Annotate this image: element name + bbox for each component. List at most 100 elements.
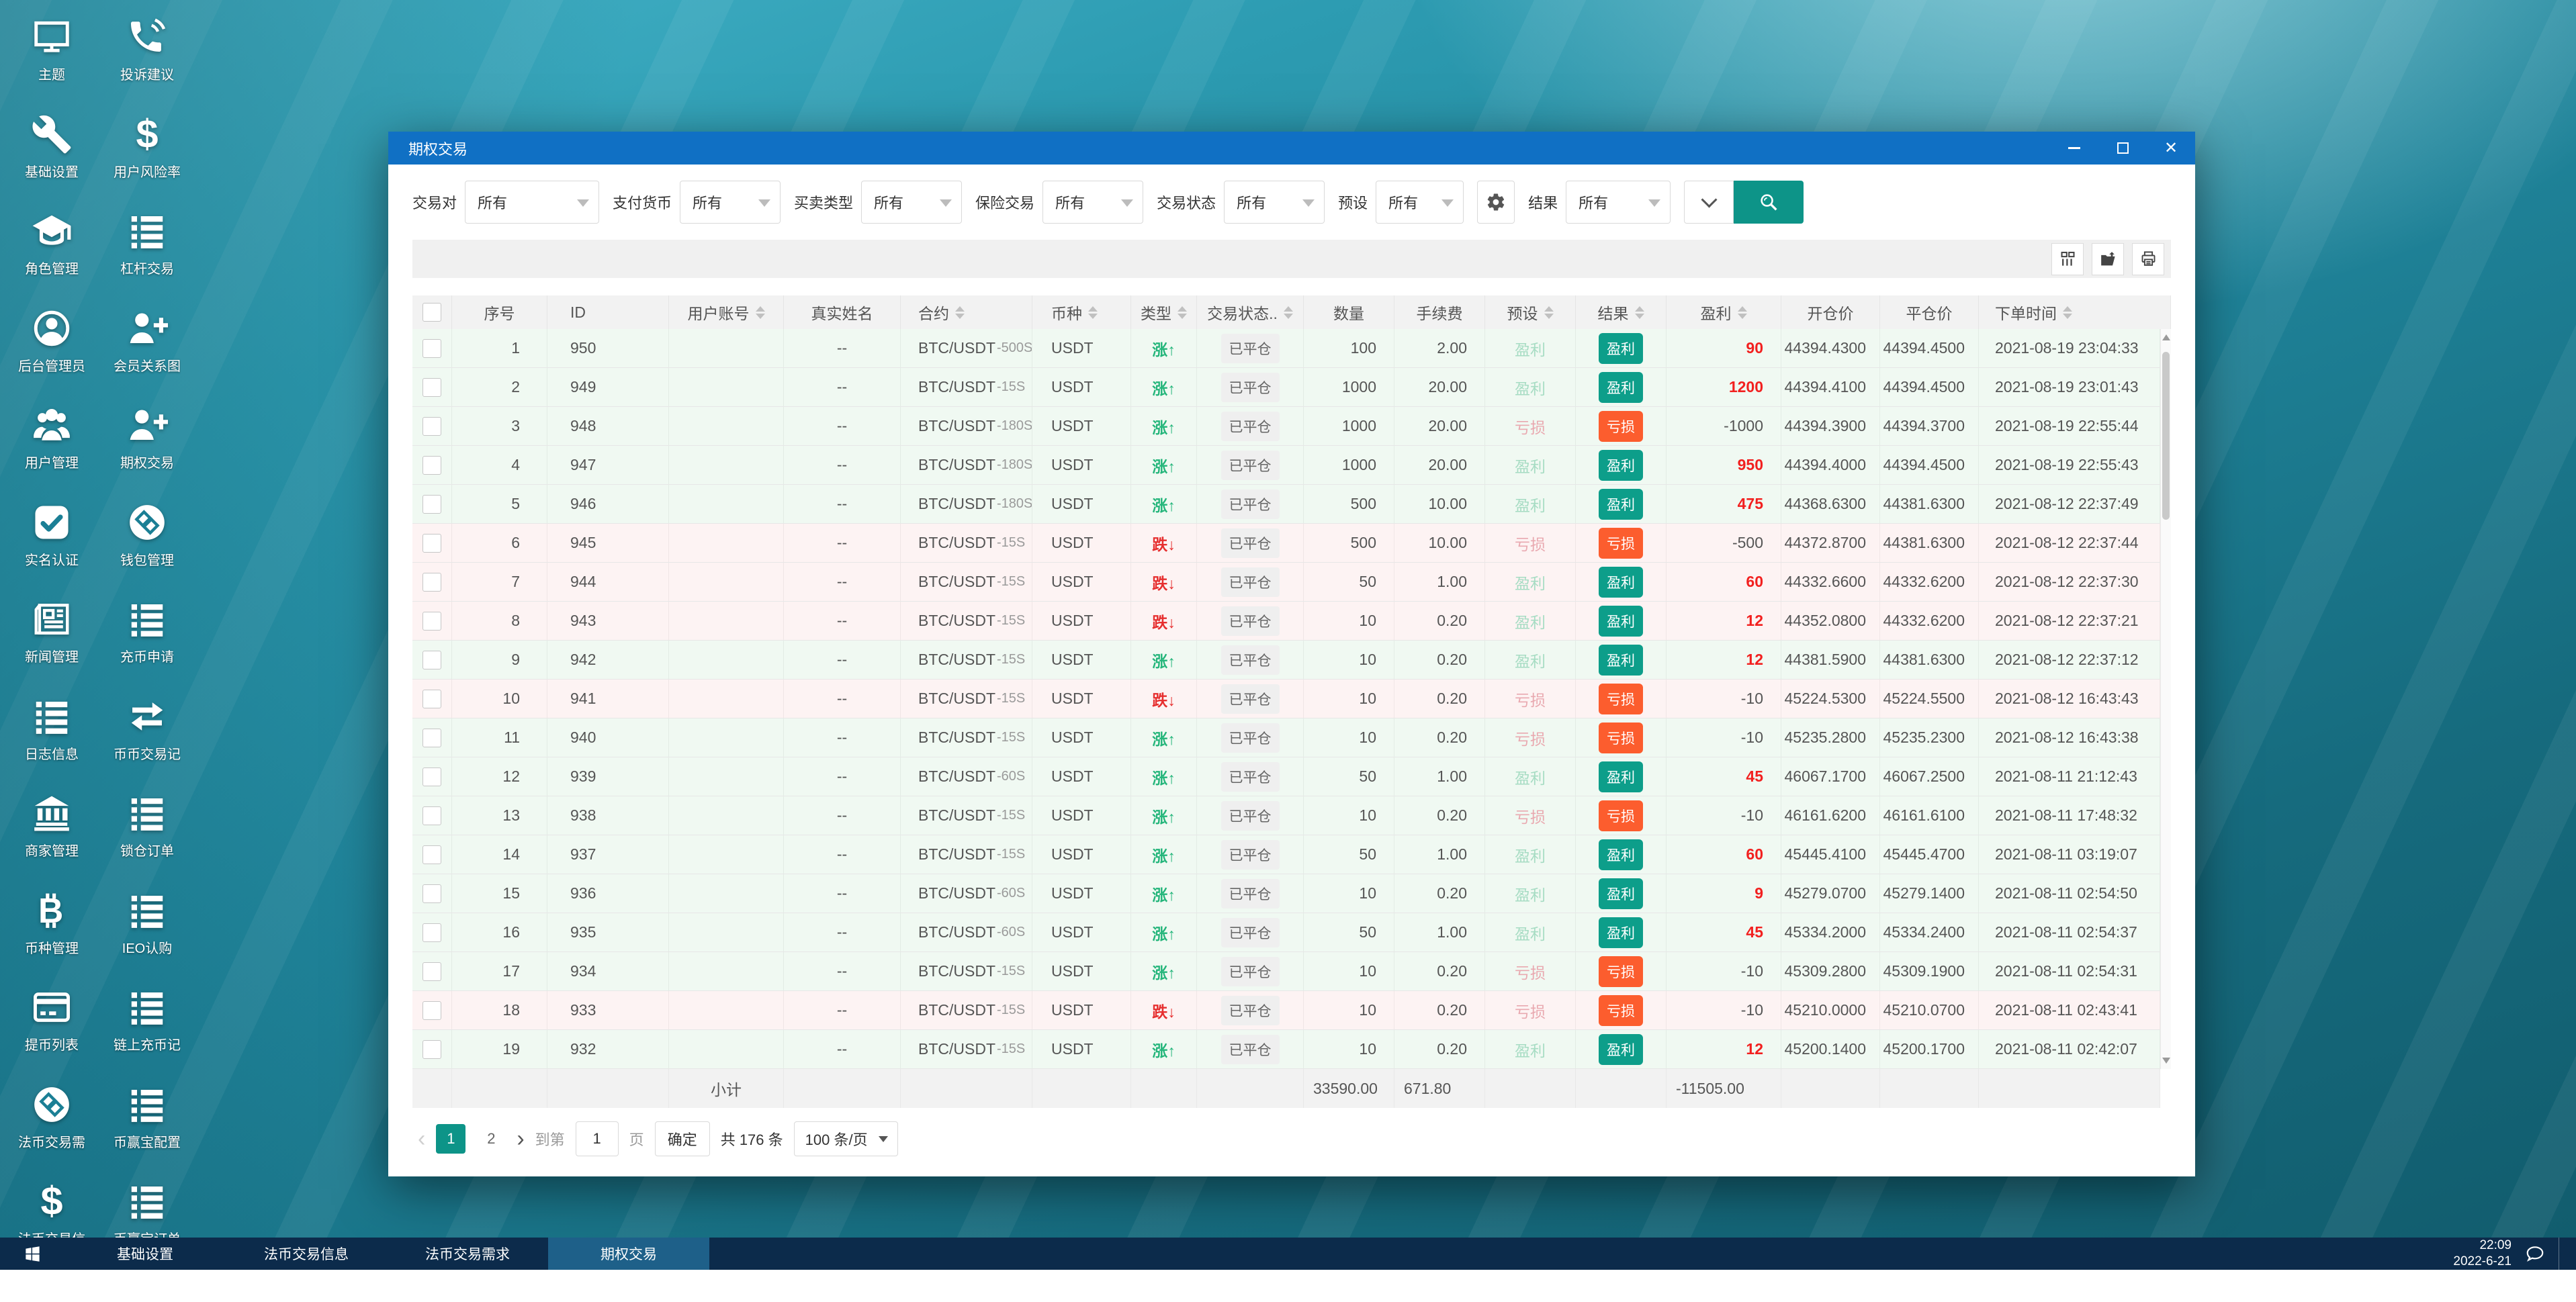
column-header-preset[interactable]: 预设 [1485,295,1576,329]
row-checkbox[interactable] [423,845,441,864]
columns-toggle-button[interactable] [2051,242,2084,275]
sort-icon[interactable] [1544,306,1554,319]
shortcut-会员关系图[interactable]: 会员关系图 [99,301,195,398]
row-checkbox[interactable] [423,572,441,592]
row-checkbox[interactable] [423,611,441,631]
row-checkbox[interactable] [423,377,441,397]
filter-select-交易对[interactable]: 所有 [465,181,600,224]
row-checkbox[interactable] [423,455,441,475]
taskbar-item-法币交易信息[interactable]: 法币交易信息 [226,1238,387,1270]
gear-button[interactable] [1477,181,1515,224]
shortcut-链上充币记[interactable]: 链上充币记 [99,980,195,1077]
column-header-currency[interactable]: 币种 [1032,295,1131,329]
notification-bubble-icon[interactable] [2525,1244,2545,1264]
shortcut-新闻管理[interactable]: 新闻管理 [4,592,99,689]
export-button[interactable] [2092,242,2124,275]
cell-check[interactable] [412,680,452,718]
row-checkbox[interactable] [423,338,441,358]
cell-check[interactable] [412,407,452,445]
row-checkbox[interactable] [423,806,441,825]
shortcut-IEO认购[interactable]: IEO认购 [99,883,195,980]
filter-select-买卖类型[interactable]: 所有 [861,181,963,224]
cell-check[interactable] [412,757,452,796]
close-button[interactable]: ✕ [2147,132,2195,165]
row-checkbox[interactable] [423,1001,441,1020]
cell-check[interactable] [412,524,452,562]
row-checkbox[interactable] [423,884,441,903]
shortcut-杠杆交易[interactable]: 杠杆交易 [99,203,195,301]
maximize-button[interactable] [2098,132,2147,165]
cell-check[interactable] [412,718,452,757]
column-header-contract[interactable]: 合约 [901,295,1032,329]
column-header-profit[interactable]: 盈利 [1667,295,1781,329]
shortcut-期权交易[interactable]: 期权交易 [99,398,195,495]
sort-icon[interactable] [1737,306,1747,319]
shortcut-法币交易需[interactable]: 法币交易需 [4,1077,99,1174]
cell-check[interactable] [412,991,452,1029]
start-button[interactable] [0,1238,64,1270]
row-checkbox[interactable] [423,923,441,942]
row-checkbox[interactable] [423,1039,441,1059]
column-header-result[interactable]: 结果 [1576,295,1667,329]
goto-page-input[interactable]: 1 [575,1121,619,1156]
filter-select-支付货币[interactable]: 所有 [680,181,781,224]
select-all-checkbox[interactable] [423,303,441,322]
row-checkbox[interactable] [423,533,441,553]
shortcut-币赢宝配置[interactable]: 币赢宝配置 [99,1077,195,1174]
scrollbar-thumb[interactable] [2162,352,2170,520]
sort-icon[interactable] [1634,306,1644,319]
row-checkbox[interactable] [423,416,441,436]
taskbar-item-法币交易需求[interactable]: 法币交易需求 [387,1238,548,1270]
cell-check[interactable] [412,796,452,835]
shortcut-提币列表[interactable]: 提币列表 [4,980,99,1077]
shortcut-币币交易记[interactable]: 币币交易记 [99,689,195,786]
confirm-button[interactable]: 确定 [654,1121,710,1156]
taskbar-clock[interactable]: 22:09 2022-6-21 [2453,1238,2512,1270]
cell-check[interactable] [412,641,452,679]
cell-check[interactable] [412,368,452,406]
taskbar-item-期权交易[interactable]: 期权交易 [548,1238,709,1270]
window-titlebar[interactable]: 期权交易 ✕ [388,132,2195,165]
row-checkbox[interactable] [423,689,441,708]
show-desktop-button[interactable] [2559,1238,2565,1270]
shortcut-锁仓订单[interactable]: 锁仓订单 [99,786,195,883]
search-button[interactable] [1734,181,1804,224]
shortcut-后台管理员[interactable]: 后台管理员 [4,301,99,398]
row-checkbox[interactable] [423,494,441,514]
page-button-2[interactable]: 2 [476,1124,506,1154]
cell-check[interactable] [412,563,452,601]
shortcut-用户管理[interactable]: 用户管理 [4,398,99,495]
shortcut-充币申请[interactable]: 充币申请 [99,592,195,689]
cell-check[interactable] [412,485,452,523]
shortcut-实名认证[interactable]: 实名认证 [4,495,99,592]
shortcut-基础设置[interactable]: 基础设置 [4,107,99,204]
cell-check[interactable] [412,835,452,874]
sort-icon[interactable] [1283,306,1293,319]
next-page-icon[interactable]: › [517,1127,524,1150]
column-header-status[interactable]: 交易状态.. [1197,295,1304,329]
cell-check[interactable] [412,952,452,990]
sort-icon[interactable] [955,306,965,319]
row-checkbox[interactable] [423,650,441,669]
shortcut-角色管理[interactable]: 角色管理 [4,203,99,301]
page-button-1[interactable]: 1 [436,1124,466,1154]
shortcut-钱包管理[interactable]: 钱包管理 [99,495,195,592]
sort-icon[interactable] [755,306,765,319]
filter-select-预设[interactable]: 所有 [1376,181,1464,224]
more-filters-button[interactable] [1684,181,1734,224]
page-size-select[interactable]: 100 条/页 [793,1121,898,1156]
print-button[interactable] [2132,242,2164,275]
filter-select-结果[interactable]: 所有 [1566,181,1671,224]
row-checkbox[interactable] [423,767,441,786]
filter-select-保险交易[interactable]: 所有 [1042,181,1144,224]
cell-check[interactable] [412,1030,452,1068]
shortcut-用户风险率[interactable]: $ 用户风险率 [99,107,195,204]
cell-check[interactable] [412,602,452,640]
sort-icon[interactable] [1178,306,1187,319]
shortcut-商家管理[interactable]: 商家管理 [4,786,99,883]
row-checkbox[interactable] [423,728,441,747]
shortcut-币种管理[interactable]: B 币种管理 [4,883,99,980]
shortcut-投诉建议[interactable]: 投诉建议 [99,9,195,107]
column-header-account[interactable]: 用户账号 [669,295,784,329]
scroll-up-icon[interactable] [2162,334,2170,340]
